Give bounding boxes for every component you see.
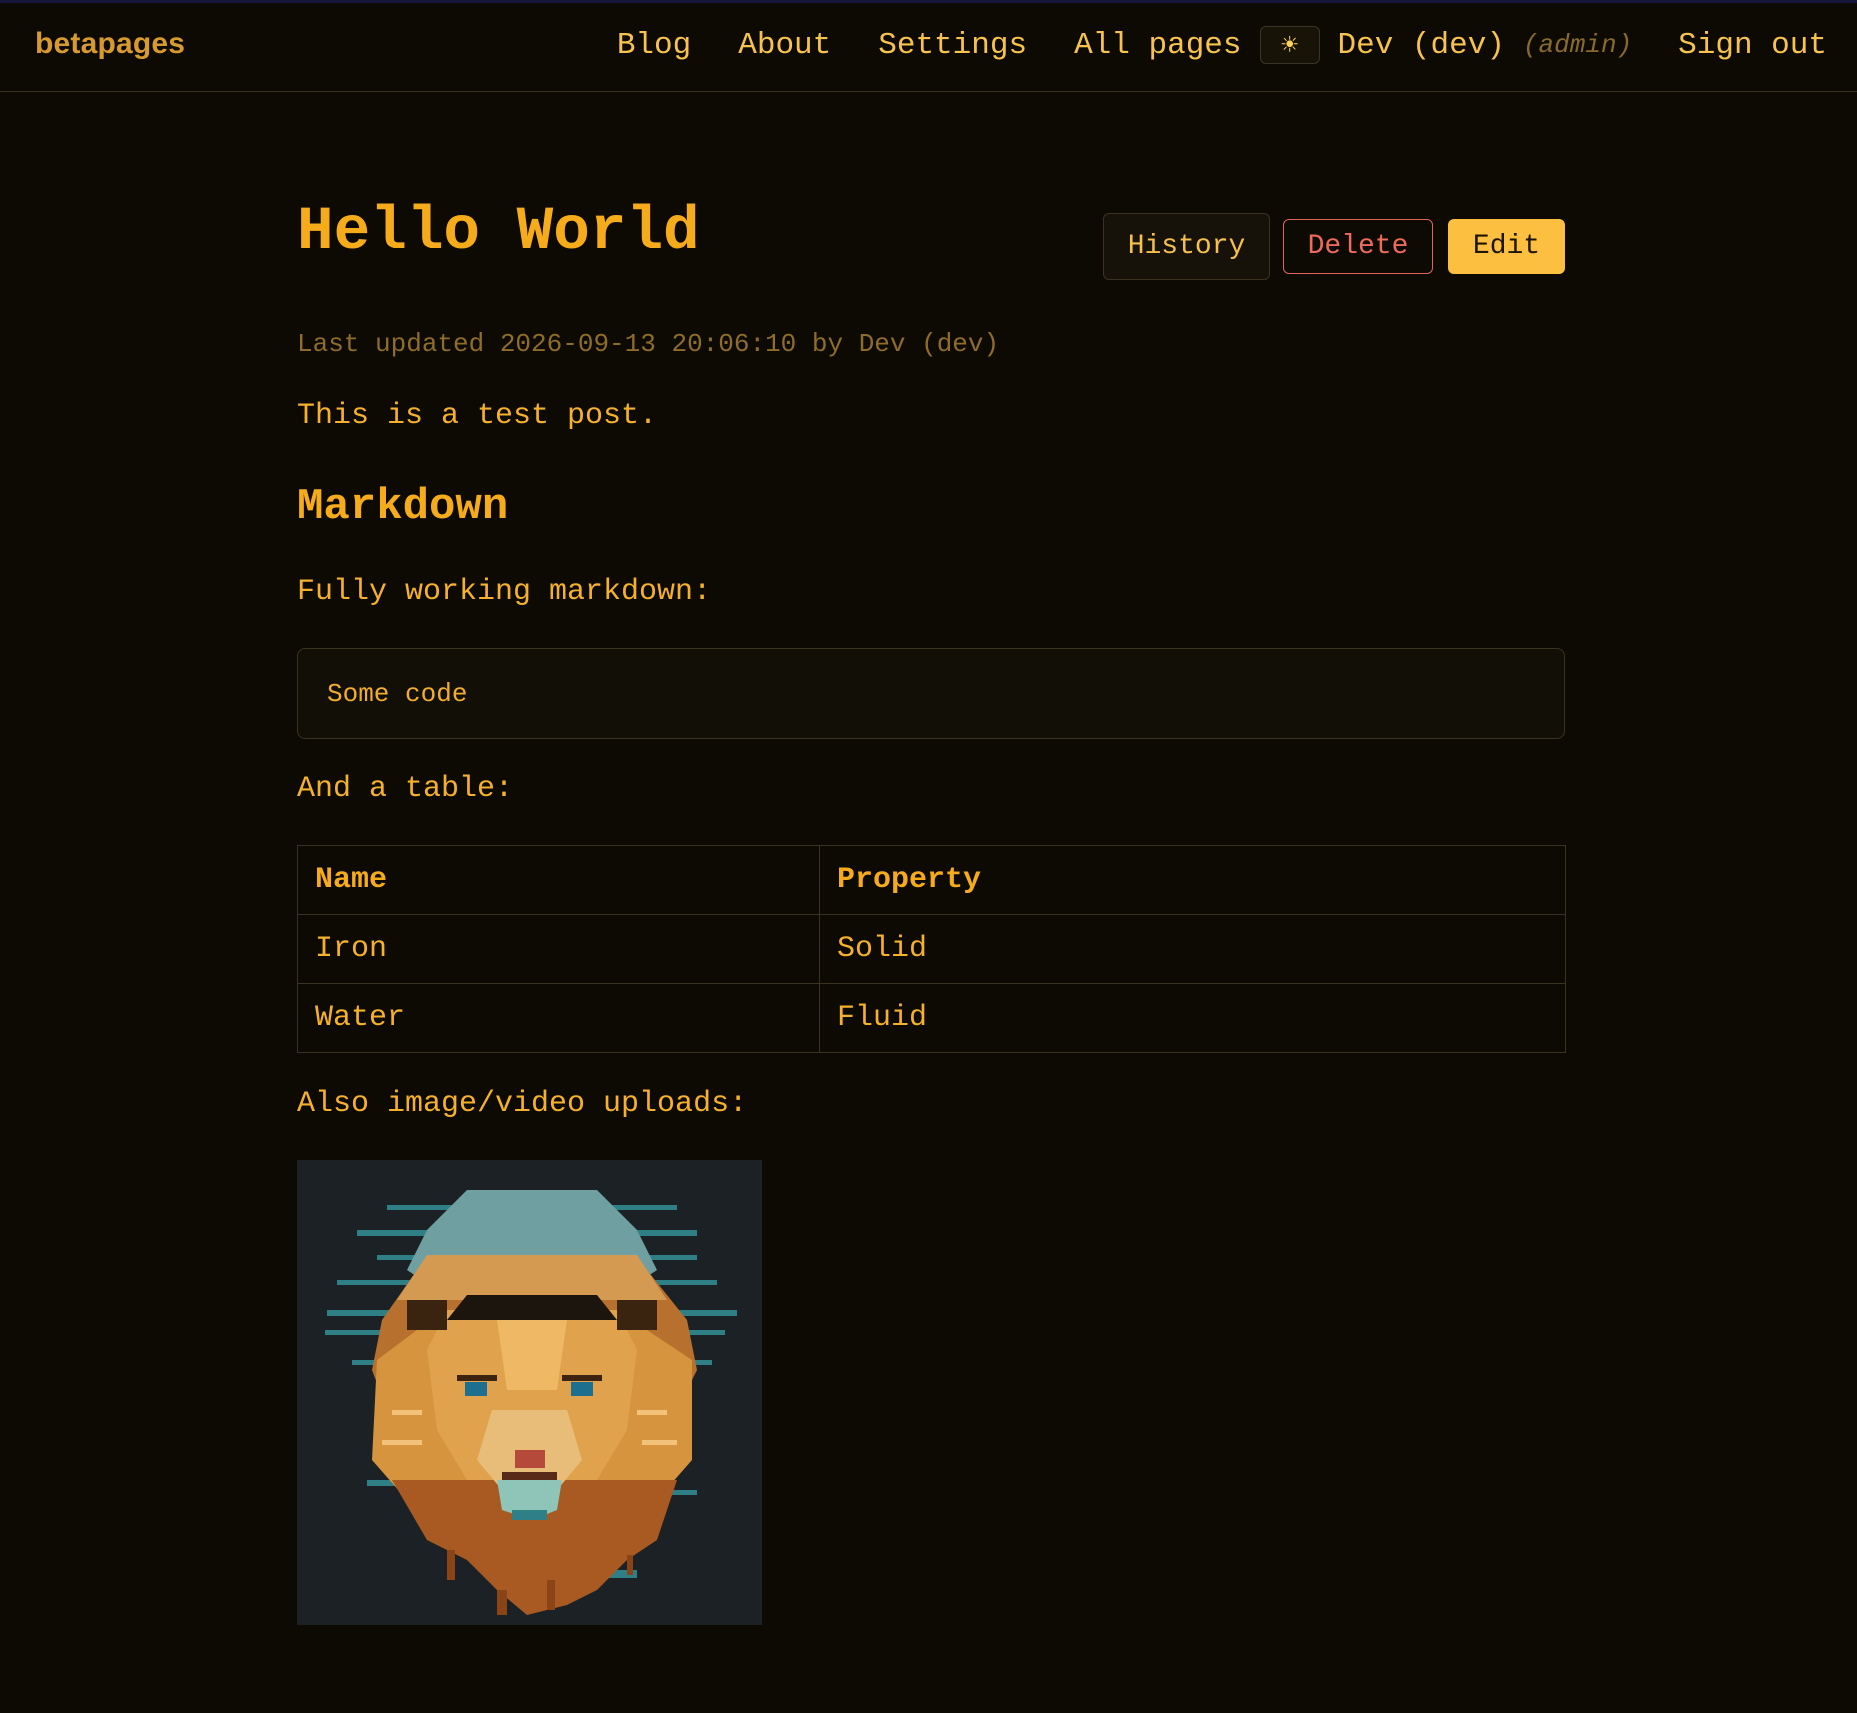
table-header-cell: Name xyxy=(297,845,820,915)
table-row: Iron Solid xyxy=(297,914,1566,984)
lion-pixel-art-image xyxy=(297,1160,762,1625)
table-cell: Iron xyxy=(297,914,820,984)
intro-paragraph: This is a test post. xyxy=(297,399,658,433)
main-nav: Blog About Settings All pages ☀ Dev (dev… xyxy=(617,26,1827,64)
uploaded-lion-image xyxy=(297,1160,762,1625)
table-header-row: Name Property xyxy=(297,845,1566,915)
page-title: Hello World xyxy=(297,198,700,267)
nav-link-blog[interactable]: Blog xyxy=(617,28,691,63)
markdown-table: Name Property Iron Solid Water Fluid xyxy=(297,845,1566,1053)
markdown-heading: Markdown xyxy=(297,482,509,532)
sun-icon: ☀ xyxy=(1281,31,1298,63)
sign-out-link[interactable]: Sign out xyxy=(1678,28,1827,63)
current-user: Dev (dev) xyxy=(1337,27,1505,63)
nav-link-settings[interactable]: Settings xyxy=(878,28,1027,63)
last-updated-meta: Last updated 2026-09-13 20:06:10 by Dev … xyxy=(297,329,1000,359)
code-block: Some code xyxy=(297,648,1565,739)
upload-paragraph: Also image/video uploads: xyxy=(297,1087,748,1121)
page-actions: History Delete Edit xyxy=(1103,213,1565,280)
table-cell: Solid xyxy=(819,914,1566,984)
user-role-badge: (admin) xyxy=(1522,30,1633,60)
edit-button[interactable]: Edit xyxy=(1448,219,1565,274)
markdown-paragraph: Fully working markdown: xyxy=(297,575,712,609)
nav-link-about[interactable]: About xyxy=(738,28,831,63)
table-header-cell: Property xyxy=(819,845,1566,915)
table-cell: Fluid xyxy=(819,983,1566,1053)
table-cell: Water xyxy=(297,983,820,1053)
code-text: Some code xyxy=(327,678,468,709)
top-navbar: betapages Blog About Settings All pages … xyxy=(0,0,1857,92)
table-intro-paragraph: And a table: xyxy=(297,772,514,806)
brand-logo[interactable]: betapages xyxy=(35,27,185,61)
theme-toggle-button[interactable]: ☀ xyxy=(1259,26,1320,64)
nav-link-all-pages[interactable]: All pages xyxy=(1074,28,1241,63)
delete-button[interactable]: Delete xyxy=(1283,219,1433,274)
table-row: Water Fluid xyxy=(297,983,1566,1053)
history-button[interactable]: History xyxy=(1103,213,1270,280)
